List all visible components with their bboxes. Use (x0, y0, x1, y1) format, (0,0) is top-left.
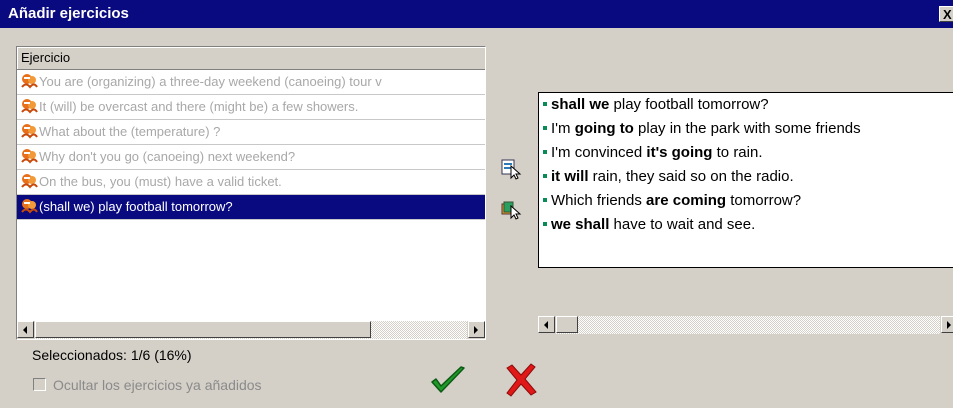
list-item-label: You are (organizing) a three-day weekend… (39, 74, 382, 89)
arrow-right-icon (947, 321, 951, 329)
column-header-label: Ejercicio (21, 50, 71, 65)
selection-status: Seleccionados: 1/6 (16%) (32, 347, 192, 363)
sentence-highlight: it will (551, 168, 589, 185)
exercise-icon (20, 73, 38, 91)
sentence-rest: rain, they said so on the radio. (588, 168, 794, 185)
column-header-ejercicio[interactable]: Ejercicio (17, 47, 485, 70)
preview-sentence: we shall have to wait and see. (539, 213, 953, 237)
ok-button[interactable] (428, 365, 468, 397)
preview-sentence: I'm convinced it's going to rain. (539, 141, 953, 165)
exercise-icon (20, 173, 38, 191)
exercise-icon (20, 123, 38, 141)
list-item-label: Why don't you go (canoeing) next weekend… (39, 149, 296, 164)
close-button[interactable]: X (939, 6, 953, 22)
exercise-icon (20, 198, 38, 216)
bullet-icon (543, 150, 547, 154)
window-title: Añadir ejercicios (8, 5, 129, 22)
list-hscrollbar[interactable] (17, 321, 485, 339)
preview-scroll-thumb[interactable] (556, 316, 578, 333)
arrow-left-icon (544, 321, 548, 329)
hide-added-checkbox[interactable] (33, 378, 46, 391)
sentence-highlight: shall we (551, 96, 610, 113)
bullet-icon (543, 222, 547, 226)
scroll-left-button[interactable] (17, 321, 34, 338)
sentence-pre: I'm convinced (551, 144, 647, 161)
sentence-highlight: going to (574, 120, 634, 137)
exercise-list[interactable]: Ejercicio You are (organizing) a three-d… (16, 46, 486, 340)
list-item[interactable]: What about the (temperature) ? (17, 120, 485, 145)
sentence-text: I'm convinced it's going to rain. (551, 144, 763, 161)
list-item[interactable]: You are (organizing) a three-day weekend… (17, 70, 485, 95)
list-item[interactable]: (shall we) play football tomorrow? (17, 195, 485, 220)
list-item[interactable]: Why don't you go (canoeing) next weekend… (17, 145, 485, 170)
add-to-list-icon[interactable] (500, 158, 522, 180)
preview-hscrollbar[interactable] (538, 316, 953, 334)
sentence-text: I'm going to play in the park with some … (551, 120, 861, 137)
sentence-rest: tomorrow? (726, 192, 802, 209)
add-all-icon[interactable] (500, 200, 522, 222)
preview-sentence: Which friends are coming tomorrow? (539, 189, 953, 213)
list-item[interactable]: It (will) be overcast and there (might b… (17, 95, 485, 120)
sentence-text: it will rain, they said so on the radio. (551, 168, 794, 185)
list-item-label: It (will) be overcast and there (might b… (39, 99, 359, 114)
sentence-text: shall we play football tomorrow? (551, 96, 769, 113)
sentence-text: we shall have to wait and see. (551, 216, 755, 233)
checkmark-icon (431, 366, 465, 393)
sentence-highlight: it's going (646, 144, 713, 161)
cross-icon (506, 363, 537, 397)
list-item-label: On the bus, you (must) have a valid tick… (39, 174, 282, 189)
cancel-button[interactable] (504, 363, 538, 397)
arrow-left-icon (23, 326, 27, 334)
bullet-icon (543, 174, 547, 178)
scroll-right-button[interactable] (468, 321, 485, 338)
sentence-text: Which friends are coming tomorrow? (551, 192, 801, 209)
list-item-label: (shall we) play football tomorrow? (39, 199, 233, 214)
preview-sentence: it will rain, they said so on the radio. (539, 165, 953, 189)
list-item[interactable]: On the bus, you (must) have a valid tick… (17, 170, 485, 195)
scroll-thumb[interactable] (35, 321, 371, 338)
bullet-icon (543, 126, 547, 130)
preview-sentence: I'm going to play in the park with some … (539, 117, 953, 141)
sentence-highlight: we shall (551, 216, 610, 233)
sentence-rest: have to wait and see. (609, 216, 756, 233)
exercise-icon (20, 98, 38, 116)
preview-scroll-track[interactable] (556, 316, 940, 334)
preview-scroll-right-button[interactable] (941, 316, 953, 333)
sentence-pre: Which friends (551, 192, 647, 209)
title-bar: Añadir ejercicios X (0, 0, 953, 28)
bullet-icon (543, 102, 547, 106)
preview-scroll-left-button[interactable] (538, 316, 555, 333)
bullet-icon (543, 198, 547, 202)
arrow-right-icon (474, 326, 478, 334)
sentence-highlight: are coming (646, 192, 727, 209)
list-item-label: What about the (temperature) ? (39, 124, 221, 139)
hide-added-label[interactable]: Ocultar los ejercicios ya añadidos (53, 377, 262, 393)
sentence-rest: play in the park with some friends (633, 120, 861, 137)
sentence-rest: play football tomorrow? (609, 96, 769, 113)
sentence-rest: to rain. (712, 144, 763, 161)
preview-sentence: shall we play football tomorrow? (539, 93, 953, 117)
exercise-icon (20, 148, 38, 166)
sentence-pre: I'm (551, 120, 575, 137)
preview-panel: shall we play football tomorrow? I'm goin… (538, 92, 953, 268)
list-rows: You are (organizing) a three-day weekend… (17, 70, 485, 220)
